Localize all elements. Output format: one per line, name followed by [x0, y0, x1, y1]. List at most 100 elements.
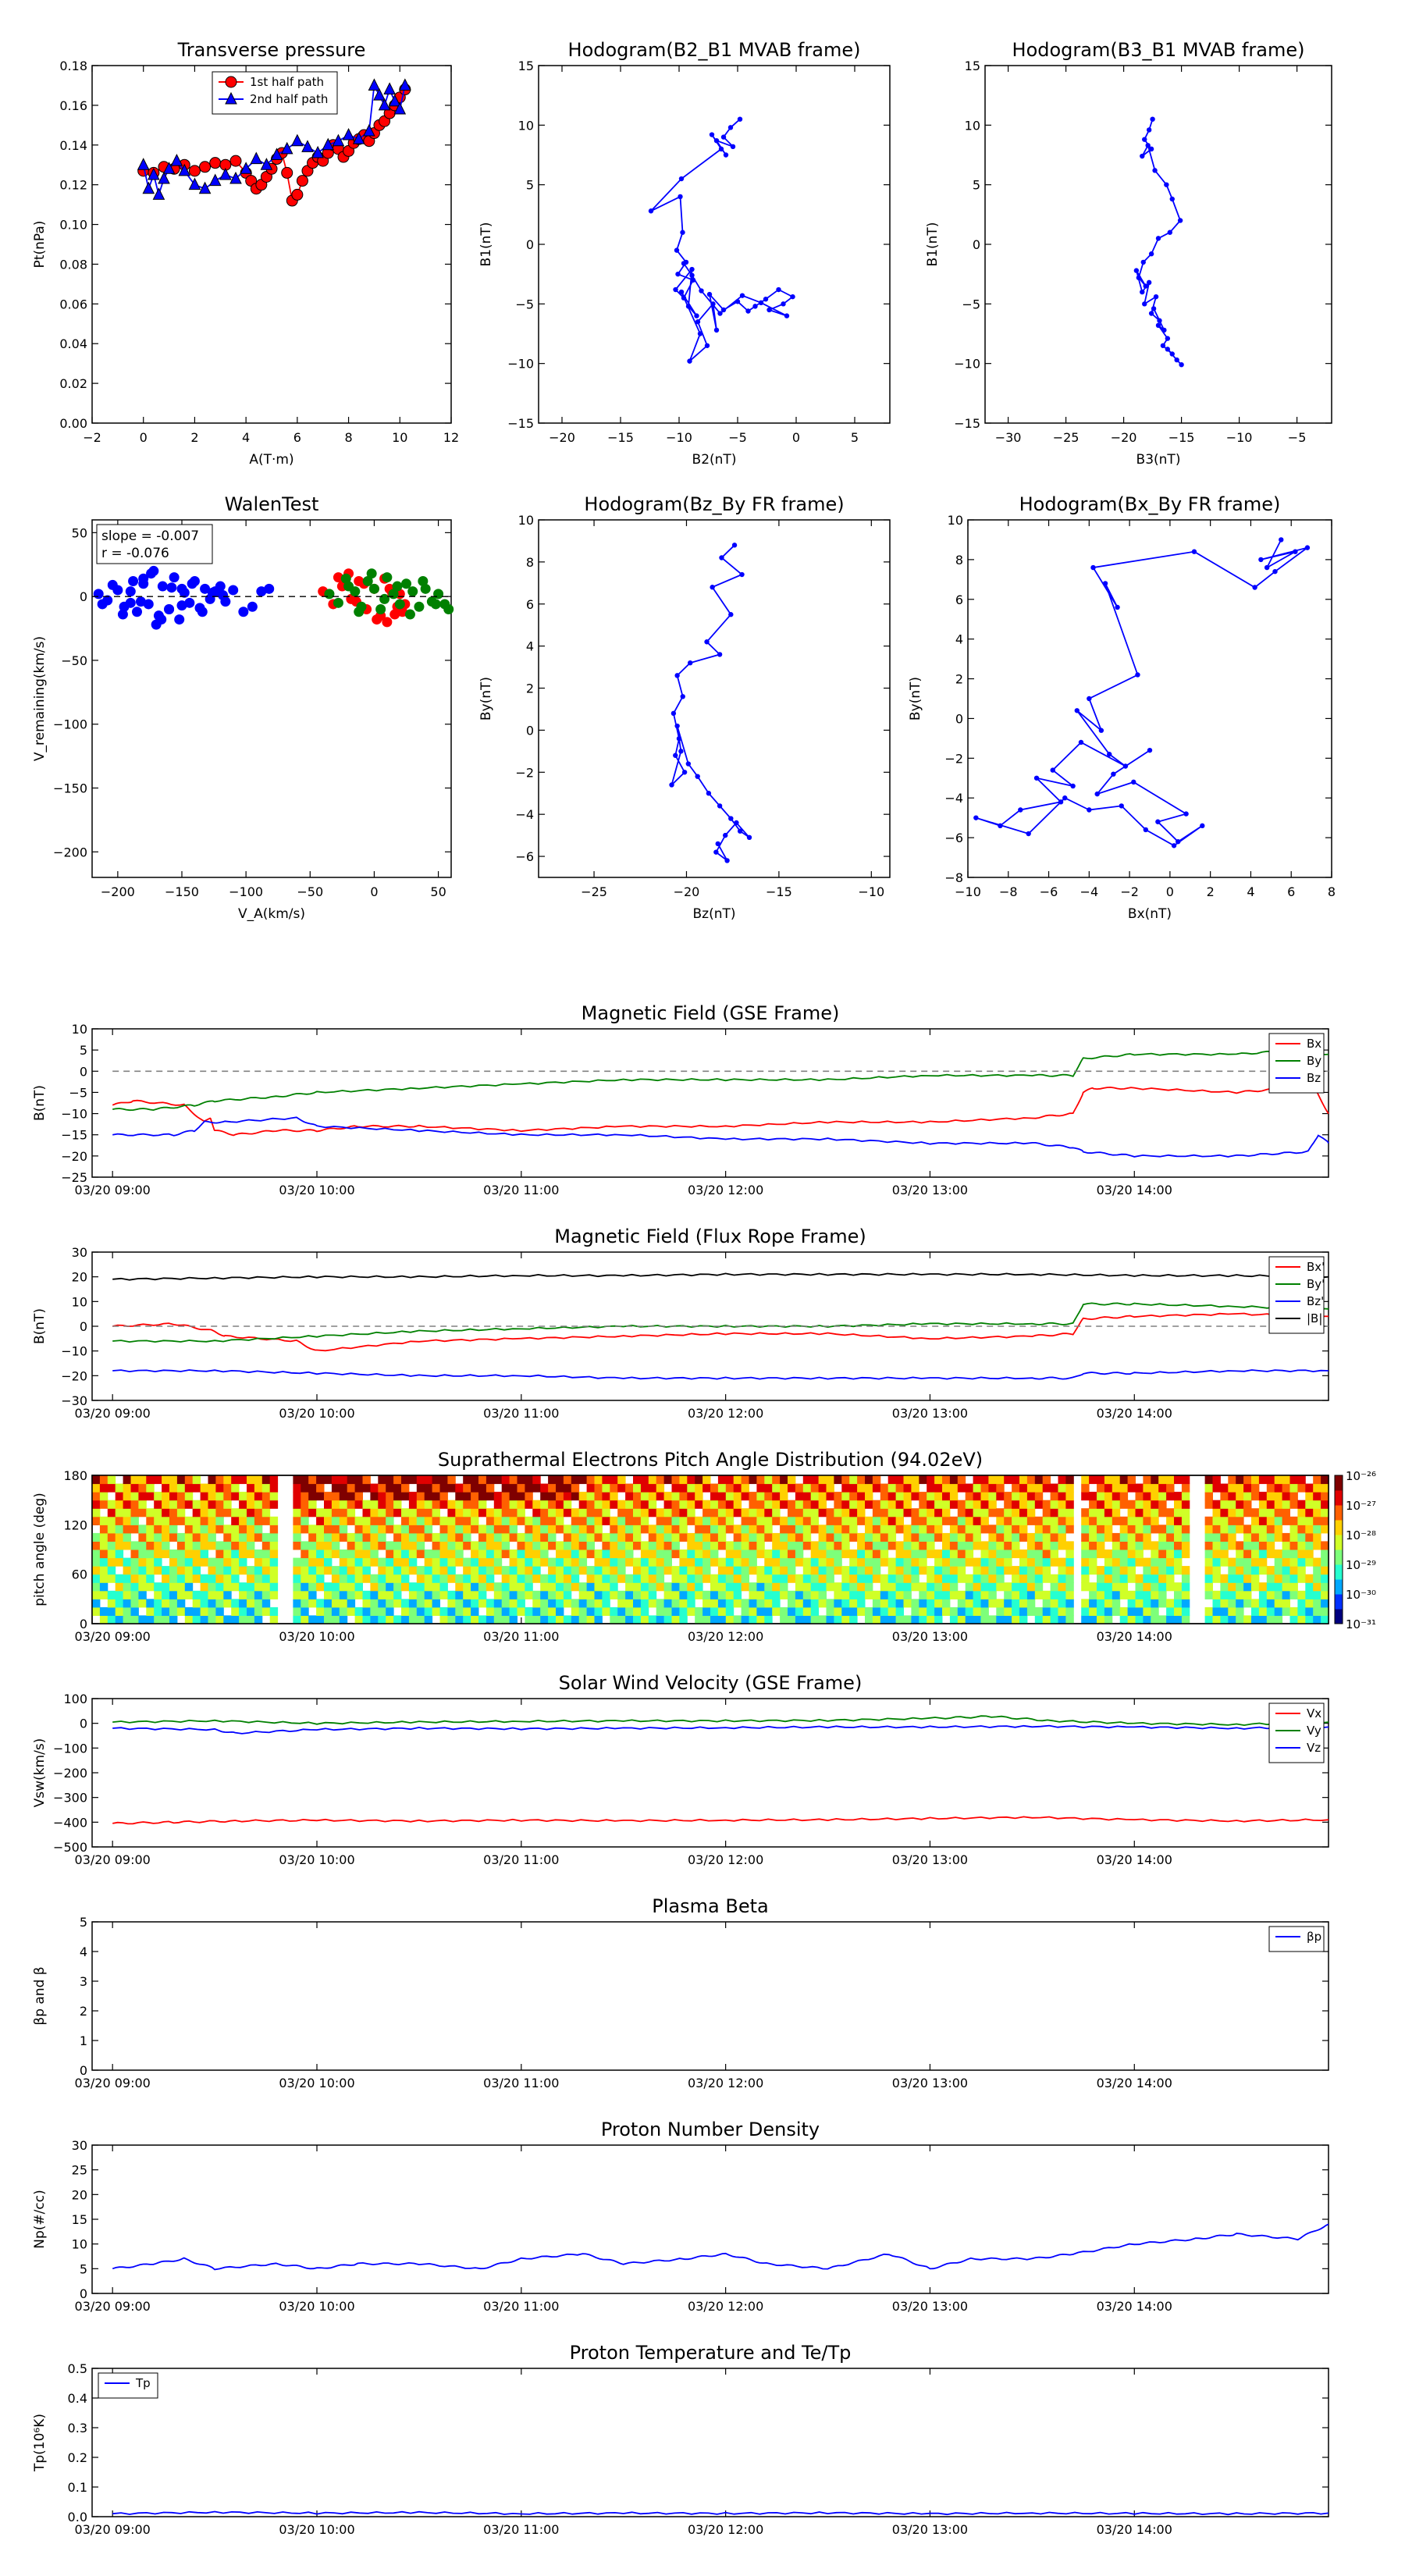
heatmap-cell — [1297, 1475, 1306, 1485]
heatmap-cell — [756, 1615, 765, 1624]
data-point — [745, 308, 751, 314]
heatmap-cell — [324, 1606, 333, 1616]
heatmap-cell — [942, 1483, 951, 1493]
heatmap-cell — [810, 1475, 820, 1485]
legend-label: Vy — [1307, 1724, 1321, 1738]
heatmap-cell — [331, 1606, 340, 1616]
heatmap-cell — [903, 1557, 912, 1567]
heatmap-cell — [1251, 1532, 1260, 1542]
heatmap-cell — [138, 1492, 147, 1501]
heatmap-cell — [393, 1508, 402, 1517]
heatmap-cell — [261, 1557, 271, 1567]
heatmap-cell — [934, 1574, 943, 1583]
heatmap-cell — [648, 1599, 657, 1608]
heatmap-cell — [756, 1508, 765, 1517]
heatmap-cell — [254, 1590, 263, 1599]
heatmap-cell — [354, 1582, 363, 1592]
heatmap-cell — [602, 1500, 610, 1509]
heatmap-cell — [1089, 1516, 1097, 1525]
y-tick-label: 5 — [80, 1915, 87, 1930]
chart-title: Proton Number Density — [601, 2119, 820, 2140]
heatmap-cell — [695, 1532, 703, 1542]
data-point — [746, 834, 752, 841]
heatmap-cell — [957, 1500, 966, 1509]
heatmap-cell — [293, 1516, 301, 1525]
heatmap-cell — [176, 1532, 186, 1542]
heatmap-cell — [610, 1516, 618, 1525]
heatmap-cell — [586, 1532, 595, 1542]
heatmap-cell — [1274, 1525, 1283, 1534]
x-tick-label: 03/20 12:00 — [688, 2299, 763, 2314]
heatmap-cell — [965, 1508, 974, 1517]
heatmap-cell — [324, 1492, 333, 1501]
heatmap-cell — [895, 1541, 904, 1550]
heatmap-cell — [393, 1574, 402, 1583]
heatmap-cell — [949, 1483, 959, 1493]
heatmap-cell — [138, 1550, 147, 1559]
heatmap-cell — [1313, 1516, 1321, 1525]
heatmap-cell — [571, 1525, 580, 1534]
heatmap-cell — [633, 1599, 642, 1608]
heatmap-cell — [115, 1492, 124, 1501]
heatmap-cell — [849, 1475, 858, 1485]
heatmap-cell — [802, 1508, 812, 1517]
heatmap-cell — [602, 1574, 610, 1583]
data-point — [1018, 807, 1023, 813]
y-tick-label: −100 — [53, 1741, 87, 1756]
heatmap-cell — [1158, 1541, 1167, 1550]
heatmap-cell — [957, 1525, 966, 1534]
data-point — [1148, 311, 1154, 316]
colorbar-segment — [1335, 1564, 1343, 1580]
heatmap-cell — [208, 1582, 216, 1592]
heatmap-cell — [741, 1492, 749, 1501]
heatmap-cell — [92, 1475, 101, 1485]
heatmap-cell — [92, 1483, 101, 1493]
heatmap-cell — [1026, 1566, 1036, 1575]
heatmap-cell — [1097, 1590, 1105, 1599]
heatmap-cell — [308, 1525, 317, 1534]
heatmap-cell — [802, 1483, 812, 1493]
heatmap-cell — [895, 1492, 904, 1501]
heatmap-cell — [1050, 1615, 1058, 1624]
heatmap-cell — [463, 1483, 471, 1493]
heatmap-cell — [455, 1525, 464, 1534]
data-point — [695, 774, 700, 779]
heatmap-cell — [169, 1582, 178, 1592]
heatmap-cell — [556, 1508, 564, 1517]
heatmap-cell — [1104, 1508, 1113, 1517]
heatmap-cell — [540, 1525, 549, 1534]
heatmap-cell — [378, 1590, 386, 1599]
heatmap-cell — [208, 1500, 216, 1509]
heatmap-cell — [695, 1483, 703, 1493]
heatmap-cell — [610, 1606, 618, 1616]
heatmap-cell — [788, 1500, 796, 1509]
heatmap-cell — [215, 1599, 224, 1608]
heatmap-cell — [648, 1475, 657, 1485]
heatmap-cell — [308, 1557, 317, 1567]
heatmap-cell — [130, 1574, 139, 1583]
heatmap-cell — [1089, 1615, 1097, 1624]
heatmap-cell — [393, 1483, 402, 1493]
heatmap-cell — [980, 1492, 989, 1501]
heatmap-cell — [1065, 1574, 1074, 1583]
data-point — [107, 579, 118, 590]
data-point — [1252, 585, 1257, 590]
heatmap-cell — [176, 1475, 186, 1485]
heatmap-cell — [455, 1500, 464, 1509]
heatmap-cell — [192, 1590, 201, 1599]
heatmap-cell — [525, 1492, 533, 1501]
heatmap-cell — [610, 1590, 618, 1599]
y-axis-label: B1(nT) — [925, 222, 941, 267]
heatmap-cell — [834, 1582, 842, 1592]
data-point — [1131, 779, 1136, 785]
heatmap-cell — [663, 1566, 672, 1575]
heatmap-cell — [640, 1615, 649, 1624]
heatmap-cell — [996, 1541, 1005, 1550]
heatmap-cell — [1174, 1516, 1183, 1525]
heatmap-cell — [254, 1508, 263, 1517]
heatmap-cell — [447, 1590, 456, 1599]
heatmap-cell — [517, 1590, 525, 1599]
heatmap-cell — [1119, 1492, 1129, 1501]
heatmap-cell — [625, 1615, 634, 1624]
heatmap-cell — [169, 1483, 178, 1493]
